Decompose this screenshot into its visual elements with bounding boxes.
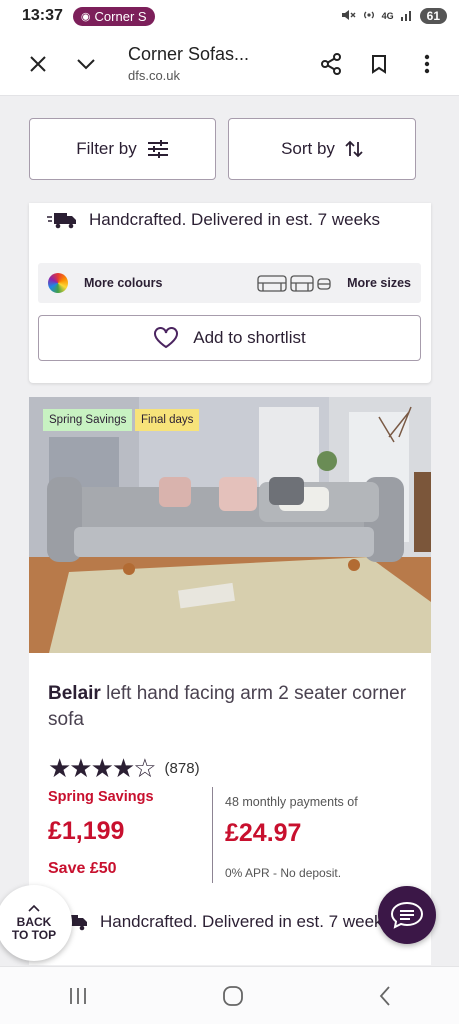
sort-label: Sort by	[281, 139, 335, 158]
notification-pill: ◉ Corner S	[72, 6, 155, 26]
hotspot-icon	[362, 8, 376, 25]
sofa-photo	[29, 397, 431, 653]
home-icon[interactable]	[222, 985, 244, 1007]
apr-text: 0% APR - No deposit.	[225, 866, 342, 880]
product-image[interactable]: Spring Savings Final days	[29, 397, 431, 653]
colour-wheel-icon	[48, 273, 68, 293]
collapse-button[interactable]	[62, 40, 110, 88]
finance-block: 48 monthly payments of £24.97 0% APR - N…	[225, 795, 358, 880]
network-label: 4G	[381, 11, 394, 21]
sort-arrows-icon	[345, 140, 363, 158]
recent-apps-icon[interactable]	[67, 986, 89, 1006]
product-price: £1,199	[48, 817, 125, 845]
share-icon	[321, 52, 341, 75]
status-bar: 13:37 ◉ Corner S 4G 61	[0, 0, 459, 32]
product-delivery-info: Handcrafted. Delivered in est. 7 weeks	[58, 912, 391, 932]
tag-spring-savings: Spring Savings	[43, 409, 133, 431]
back-to-top-line2: TO TOP	[11, 928, 57, 942]
page-content: Filter by Sort by Handcrafted. Delivered…	[0, 97, 459, 965]
product-brand: Belair	[48, 683, 101, 704]
chevron-down-icon	[77, 58, 95, 69]
heart-icon	[154, 327, 179, 349]
share-button[interactable]	[307, 40, 355, 88]
bookmark-button[interactable]	[355, 40, 403, 88]
promo-label: Spring Savings	[48, 789, 154, 805]
price-block: Spring Savings £1,199 Save £50	[48, 789, 154, 878]
bookmark-icon	[372, 54, 386, 74]
options-row: More colours More sizes	[38, 263, 421, 303]
more-colours-link[interactable]: More colours	[84, 276, 163, 290]
sofa-sizes-icon	[257, 273, 331, 293]
chat-button[interactable]	[378, 886, 436, 944]
add-to-shortlist-button[interactable]: Add to shortlist	[38, 315, 421, 361]
delivery-truck-icon	[47, 213, 76, 229]
review-count[interactable]: (878)	[165, 760, 200, 777]
back-icon[interactable]	[377, 985, 393, 1007]
monthly-label: 48 monthly payments of	[225, 795, 358, 809]
product-title[interactable]: Belair left hand facing arm 2 seater cor…	[48, 681, 408, 733]
rating-stars-icon: ★★★★☆	[48, 753, 157, 783]
price-divider	[212, 787, 213, 883]
delivery-info: Handcrafted. Delivered in est. 7 weeks	[29, 210, 380, 230]
close-button[interactable]	[14, 40, 62, 88]
delivery-text: Handcrafted. Delivered in est. 7 weeks	[89, 210, 381, 229]
product-delivery-text: Handcrafted. Delivered in est. 7 weeks	[100, 912, 392, 931]
page-url: dfs.co.uk	[128, 68, 181, 83]
filter-label: Filter by	[76, 139, 137, 158]
more-sizes-link[interactable]: More sizes	[347, 276, 411, 290]
record-icon: ◉	[80, 10, 91, 23]
page-title: Corner Sofas...	[128, 44, 250, 64]
savings-text: Save £50	[48, 860, 117, 877]
status-time: 13:37	[22, 7, 63, 24]
chevron-up-icon	[28, 904, 40, 912]
status-icons: 4G 61	[340, 8, 447, 25]
page-title-block: Corner Sofas... dfs.co.uk	[110, 44, 307, 83]
battery-indicator: 61	[419, 8, 447, 24]
notification-text: Corner S	[94, 8, 147, 24]
system-nav-bar	[0, 966, 459, 1024]
monthly-price: £24.97	[225, 819, 302, 847]
product-name: left hand facing arm 2 seater corner sof…	[48, 683, 407, 730]
product-card[interactable]: Spring Savings Final days Belair left ha…	[29, 397, 431, 965]
signal-icon	[400, 9, 414, 24]
more-options-button[interactable]	[403, 40, 451, 88]
filter-button[interactable]: Filter by	[29, 118, 216, 180]
close-icon	[30, 55, 46, 72]
browser-header: Corner Sofas... dfs.co.uk	[0, 32, 459, 96]
filter-sliders-icon	[147, 140, 168, 158]
mute-icon	[340, 8, 356, 25]
chat-bubble-icon	[390, 901, 424, 929]
sort-button[interactable]: Sort by	[228, 118, 416, 180]
tag-final-days: Final days	[135, 409, 200, 431]
more-vert-icon	[424, 54, 430, 73]
rating-row: ★★★★☆ (878)	[48, 755, 200, 781]
shortlist-label: Add to shortlist	[193, 328, 306, 347]
